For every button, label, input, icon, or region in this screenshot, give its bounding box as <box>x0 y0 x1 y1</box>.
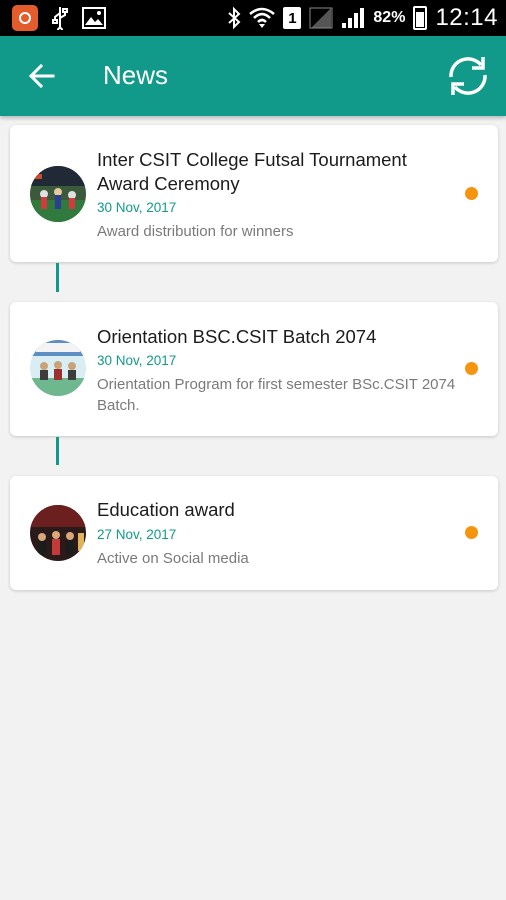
refresh-icon <box>449 57 487 95</box>
news-description: Award distribution for winners <box>97 223 294 240</box>
page-title: News <box>103 60 169 90</box>
app-bar: News <box>0 36 506 116</box>
news-thumbnail <box>30 505 86 561</box>
news-date: 27 Nov, 2017 <box>97 527 177 542</box>
usb-icon <box>52 7 68 30</box>
news-description: Orientation Program for first semester B… <box>97 376 456 414</box>
back-button[interactable] <box>22 56 62 96</box>
news-card-orientation[interactable]: Orientation BSC.CSIT Batch 2074 30 Nov, … <box>10 302 498 436</box>
unread-indicator <box>465 187 478 200</box>
news-thumbnail <box>30 340 86 396</box>
news-date: 30 Nov, 2017 <box>97 353 177 368</box>
news-card-education-award[interactable]: Education award 27 Nov, 2017 Active on S… <box>10 476 498 590</box>
timeline-connector <box>56 437 59 465</box>
timeline-connector <box>56 263 59 292</box>
news-title: Education award <box>97 499 235 520</box>
system-icons: 1 82% 12:14 <box>227 0 498 36</box>
notification-icons <box>12 5 106 31</box>
battery-percent: 82% <box>373 9 406 26</box>
app-notification-icon <box>12 5 38 31</box>
news-date: 30 Nov, 2017 <box>97 200 177 215</box>
news-title: Inter CSIT College Futsal Tournament Awa… <box>97 149 407 194</box>
news-title: Orientation BSC.CSIT Batch 2074 <box>97 326 377 347</box>
sim-slot-badge: 1 <box>283 7 302 29</box>
signal-empty-icon <box>309 7 333 29</box>
wifi-icon <box>249 7 276 28</box>
status-bar: 1 82% 12:14 <box>0 0 506 36</box>
news-description: Active on Social media <box>97 550 249 567</box>
signal-icon <box>342 8 365 28</box>
image-icon <box>82 7 106 29</box>
news-card-futsal[interactable]: Inter CSIT College Futsal Tournament Awa… <box>10 125 498 262</box>
battery-icon <box>413 6 428 30</box>
news-thumbnail <box>30 166 86 222</box>
unread-indicator <box>465 526 478 539</box>
refresh-button[interactable] <box>444 52 492 100</box>
arrow-left-icon <box>28 63 55 89</box>
clock: 12:14 <box>435 4 498 31</box>
bluetooth-icon <box>228 6 241 30</box>
unread-indicator <box>465 362 478 375</box>
